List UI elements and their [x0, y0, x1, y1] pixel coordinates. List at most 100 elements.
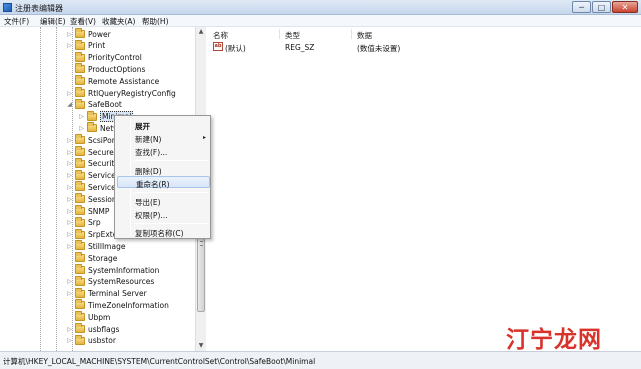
expand-arrow-icon[interactable]: ▷	[66, 160, 73, 167]
folder-icon	[75, 323, 85, 333]
menu-edit[interactable]: 编辑(E)	[40, 16, 66, 27]
ctx-find[interactable]: 查找(F)...	[117, 145, 210, 157]
value-row[interactable]: ab (默认) REG_SZ (数值未设置)	[207, 41, 641, 53]
tree-node[interactable]: ▷ Terminal Server	[66, 287, 147, 300]
tree-node[interactable]: ▷ usbstor	[66, 334, 116, 347]
expand-arrow-icon[interactable]: ▷	[66, 326, 73, 333]
ctx-delete[interactable]: 删除(D)	[117, 164, 210, 176]
window-title: 注册表编辑器	[15, 4, 63, 13]
close-button[interactable]: ✕	[612, 1, 638, 13]
expand-arrow-icon[interactable]: ▷	[66, 243, 73, 250]
tree-guide-line	[56, 27, 57, 351]
tree-node[interactable]: Storage	[66, 252, 117, 264]
tree-node[interactable]: ▷ Session	[66, 193, 117, 205]
menu-bar: 文件(F) 编辑(E) 查看(V) 收藏夹(A) 帮助(H)	[0, 15, 641, 27]
folder-icon	[75, 334, 85, 345]
tree-node[interactable]: Remote Assistance	[66, 75, 159, 87]
column-header-name[interactable]: 名称	[213, 30, 228, 41]
expand-arrow-icon[interactable]: ▷	[66, 290, 73, 297]
tree-node-label: SystemResources	[88, 277, 155, 287]
expand-arrow-icon[interactable]: ▷	[66, 137, 73, 144]
tree-node[interactable]: ▷ Security	[66, 157, 119, 170]
expand-arrow-icon[interactable]: ▷	[66, 172, 73, 179]
ctx-export[interactable]: 导出(E)	[117, 195, 210, 207]
tree-node-label: StillImage	[88, 241, 126, 251]
ctx-permissions[interactable]: 权限(P)...	[117, 208, 210, 220]
scroll-up-icon[interactable]: ▲	[196, 27, 206, 37]
grip-icon	[200, 241, 203, 246]
menu-separator	[134, 192, 209, 193]
column-header-data[interactable]: 数据	[357, 30, 372, 41]
menu-view[interactable]: 查看(V)	[70, 16, 96, 27]
tree-node[interactable]: ▷ Service	[66, 169, 116, 182]
tree-node-label: usbflags	[88, 324, 120, 334]
value-data: (数值未设置)	[357, 44, 401, 53]
expand-arrow-icon[interactable]: ▷	[66, 184, 73, 191]
menu-file[interactable]: 文件(F)	[4, 16, 29, 27]
column-divider[interactable]	[279, 29, 280, 39]
expand-arrow-icon[interactable]: ▷	[66, 231, 73, 238]
tree-node[interactable]: SystemInformation	[66, 264, 159, 276]
tree-node[interactable]: ▷ SystemResources	[66, 275, 155, 288]
folder-icon	[75, 87, 85, 97]
tree-node[interactable]: ProductOptions	[66, 63, 145, 75]
expand-arrow-icon[interactable]: ▷	[66, 31, 73, 38]
folder-icon	[75, 205, 85, 215]
folder-icon	[75, 28, 85, 38]
column-header-type[interactable]: 类型	[285, 30, 300, 41]
tree-node[interactable]: ▷ RtlQueryRegistryConfig	[66, 87, 176, 99]
expand-arrow-icon[interactable]: ▷	[66, 42, 73, 49]
expand-arrow-icon[interactable]: ▷	[78, 125, 85, 132]
tree-node[interactable]: ▷ StillImage	[66, 240, 125, 252]
ctx-label: 展开	[135, 122, 150, 131]
tree-node[interactable]: ▷ Srp	[66, 216, 101, 229]
expand-arrow-icon[interactable]: ▷	[66, 196, 73, 203]
tree-node[interactable]: Ubpm	[66, 311, 110, 323]
tree-node-label: Service	[88, 182, 116, 192]
tree-node[interactable]: ◢ SafeBoot	[66, 98, 122, 111]
column-divider[interactable]	[351, 29, 352, 39]
folder-icon	[75, 216, 85, 227]
tree-node[interactable]: ▷ SNMP	[66, 205, 109, 217]
tree-node-label: usbstor	[88, 336, 116, 346]
expand-arrow-icon[interactable]: ▷	[66, 219, 73, 226]
tree-node[interactable]: TimeZoneInformation	[66, 299, 169, 311]
tree-node[interactable]: ▷ SrpExte	[66, 228, 117, 241]
folder-icon	[75, 228, 85, 239]
tree-node-label: SNMP	[88, 206, 110, 216]
menu-favorites[interactable]: 收藏夹(A)	[102, 16, 135, 27]
values-pane[interactable]: 名称 类型 数据 ab (默认) REG_SZ (数值未设置)	[207, 27, 641, 351]
folder-icon	[75, 252, 85, 263]
tree-node[interactable]: ▷ Service	[66, 181, 116, 193]
maximize-button[interactable]: □	[592, 1, 611, 13]
window-controls: ─ □ ✕	[572, 1, 638, 13]
ctx-copy-key-name[interactable]: 复制项名称(C)	[117, 226, 210, 238]
value-name: (默认)	[225, 44, 246, 53]
scroll-down-icon[interactable]: ▼	[196, 341, 206, 351]
minimize-button[interactable]: ─	[572, 1, 591, 13]
expand-arrow-icon[interactable]: ▷	[66, 208, 73, 215]
expand-arrow-icon[interactable]: ▷	[66, 149, 73, 156]
tree-node-label: Ubpm	[88, 312, 111, 322]
expand-arrow-icon[interactable]: ◢	[66, 101, 73, 108]
expand-arrow-icon[interactable]: ▷	[78, 113, 85, 120]
tree-node[interactable]: ▷ Print	[66, 39, 106, 52]
folder-icon	[75, 39, 85, 50]
tree-node-label: SafeBoot	[88, 100, 122, 110]
tree-node[interactable]: ▷ SecureP	[66, 146, 118, 158]
expand-arrow-icon[interactable]: ▷	[66, 337, 73, 344]
tree-node[interactable]: PriorityControl	[66, 51, 142, 64]
ctx-expand[interactable]: 展开	[117, 119, 210, 131]
tree-node[interactable]: ▷ ScsiPor	[66, 134, 115, 146]
tree-node[interactable]: ▷ Power	[66, 28, 111, 40]
tree-node[interactable]: ▷ usbflags	[66, 323, 119, 335]
ctx-new[interactable]: 新建(N) ▸	[117, 132, 210, 144]
expand-arrow-icon[interactable]: ▷	[66, 90, 73, 97]
ctx-rename[interactable]: 重命名(R)	[117, 176, 210, 189]
close-icon: ✕	[621, 3, 629, 12]
expand-arrow-icon[interactable]: ▷	[66, 278, 73, 285]
tree-node-label: Print	[88, 41, 106, 51]
value-type: REG_SZ	[285, 43, 315, 52]
folder-icon	[75, 146, 85, 156]
menu-help[interactable]: 帮助(H)	[142, 16, 169, 27]
